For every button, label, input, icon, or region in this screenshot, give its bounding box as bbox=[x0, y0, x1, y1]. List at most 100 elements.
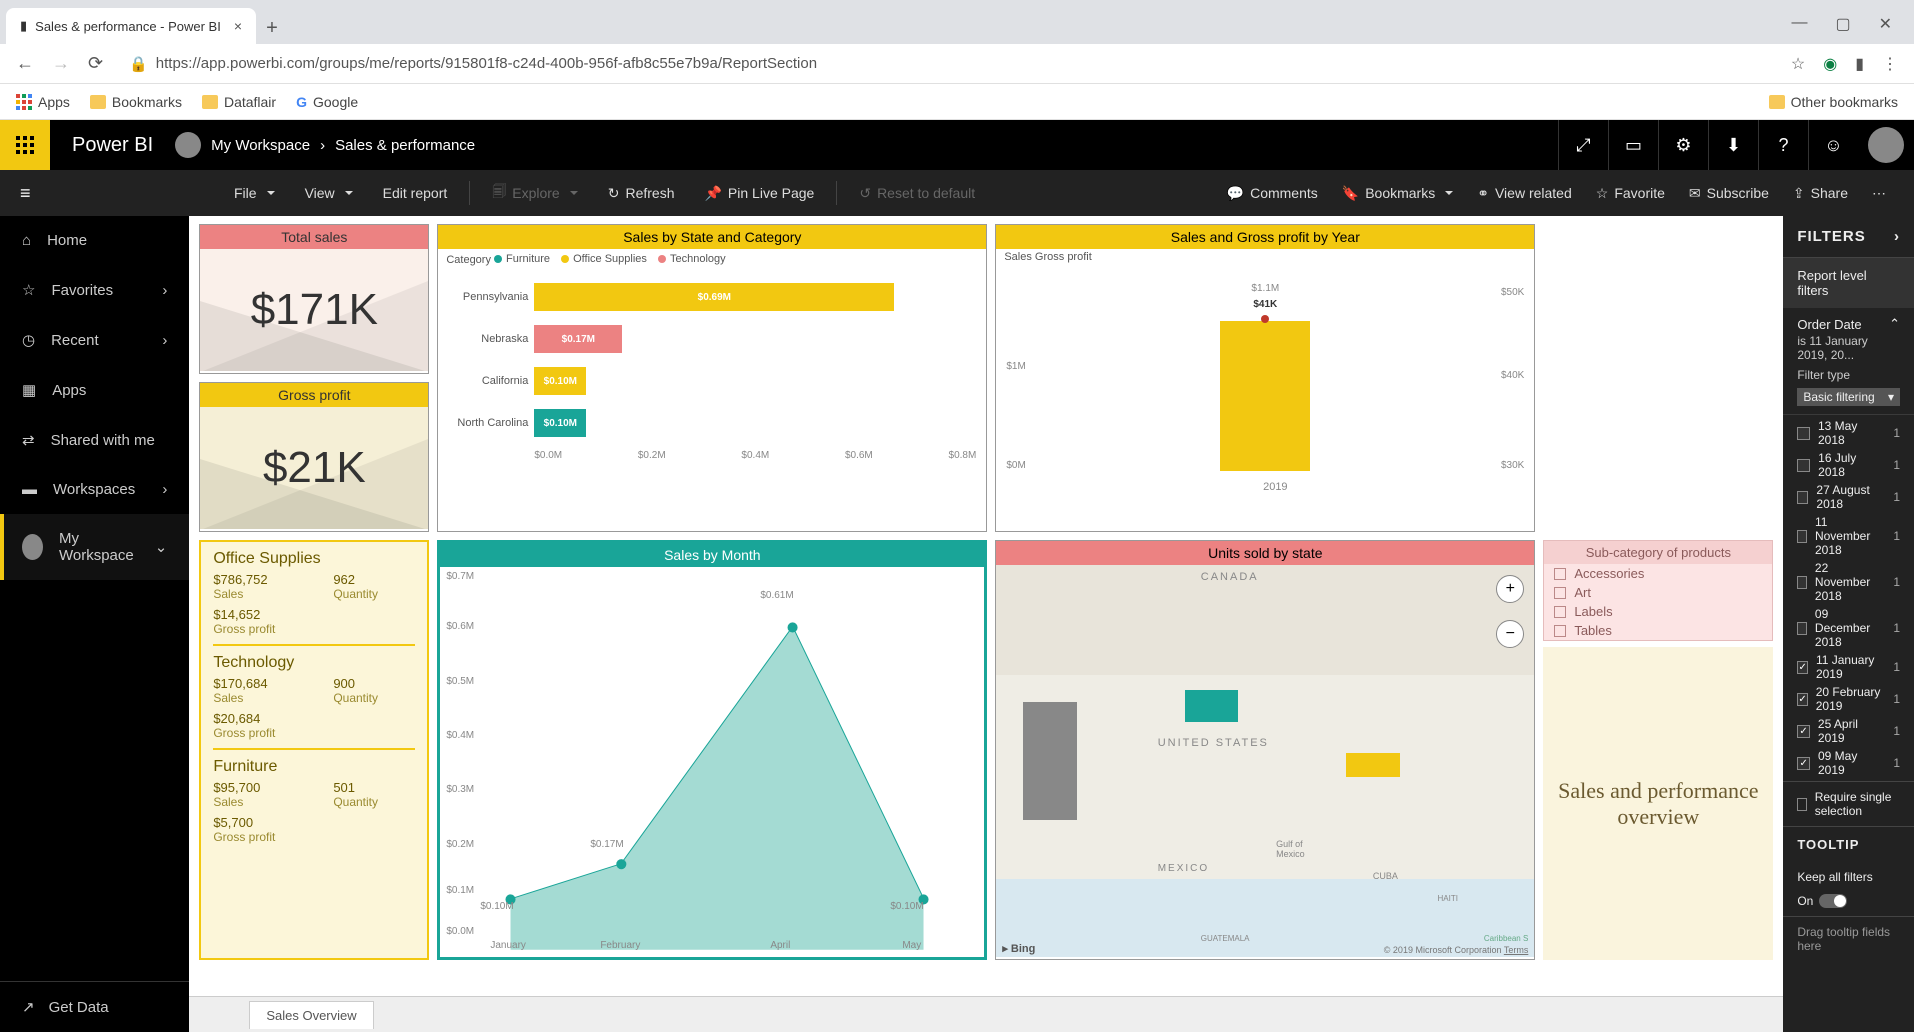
close-tab-icon[interactable]: × bbox=[234, 18, 242, 34]
nav-home[interactable]: ⌂Home bbox=[0, 216, 189, 265]
checkbox-icon[interactable] bbox=[1797, 427, 1810, 440]
kpi-gross-profit[interactable]: Gross profit $21K bbox=[199, 382, 429, 532]
refresh-icon: ↻ bbox=[608, 185, 620, 202]
more-button[interactable]: ⋯ bbox=[1860, 185, 1898, 202]
subscribe-button[interactable]: ✉Subscribe bbox=[1677, 185, 1781, 202]
bookmark-folder[interactable]: Bookmarks bbox=[90, 94, 182, 110]
checkbox-icon[interactable] bbox=[1797, 661, 1808, 674]
user-avatar[interactable] bbox=[1868, 127, 1904, 163]
filter-date-item[interactable]: 11 November 20181 bbox=[1797, 513, 1900, 559]
filter-date-item[interactable]: 16 July 20181 bbox=[1797, 449, 1900, 481]
get-data-button[interactable]: ↗Get Data bbox=[0, 981, 189, 1032]
download-icon[interactable]: ⬇ bbox=[1708, 120, 1758, 170]
subcat-checkbox-item[interactable]: Tables bbox=[1544, 621, 1772, 640]
checkbox-icon[interactable] bbox=[1797, 459, 1810, 472]
nav-apps[interactable]: ▦Apps bbox=[0, 365, 189, 415]
nav-recent[interactable]: ◷Recent› bbox=[0, 315, 189, 365]
keep-filters-toggle[interactable]: On bbox=[1783, 892, 1914, 916]
chart-sales-by-state[interactable]: Sales by State and Category Category Fur… bbox=[437, 224, 987, 532]
bookmarks-button[interactable]: 🔖Bookmarks bbox=[1330, 185, 1465, 202]
checkbox-icon[interactable] bbox=[1797, 725, 1810, 738]
filter-date-item[interactable]: 11 January 20191 bbox=[1797, 651, 1900, 683]
help-icon[interactable]: ? bbox=[1758, 120, 1808, 170]
toggle-switch-icon[interactable] bbox=[1819, 894, 1847, 908]
extension-icon[interactable]: ◉ bbox=[1823, 54, 1837, 74]
chart-sales-gross-by-year[interactable]: Sales and Gross profit by Year Sales Gro… bbox=[995, 224, 1535, 532]
comments-button[interactable]: 💬Comments bbox=[1215, 185, 1330, 202]
checkbox-icon[interactable] bbox=[1797, 530, 1807, 543]
filter-date-item[interactable]: 20 February 20191 bbox=[1797, 683, 1900, 715]
subcat-checkbox-item[interactable]: Art bbox=[1544, 583, 1772, 602]
nav-my-workspace[interactable]: My Workspace⌄ bbox=[0, 514, 189, 580]
checkbox-icon[interactable] bbox=[1797, 491, 1808, 504]
filter-date-item[interactable]: 09 May 20191 bbox=[1797, 747, 1900, 779]
map-terms-link[interactable]: Terms bbox=[1504, 945, 1529, 955]
chevron-right-icon[interactable]: › bbox=[1894, 228, 1900, 245]
subcategory-filter[interactable]: Sub-category of products AccessoriesArtL… bbox=[1543, 540, 1773, 641]
chevron-up-icon[interactable]: ⌃ bbox=[1889, 316, 1900, 332]
breadcrumb-report[interactable]: Sales & performance bbox=[335, 137, 475, 154]
bookmark-google[interactable]: GGoogle bbox=[296, 94, 358, 110]
filter-date-item[interactable]: 22 November 20181 bbox=[1797, 559, 1900, 605]
app-launcher-icon[interactable] bbox=[0, 120, 50, 170]
settings-gear-icon[interactable]: ⚙ bbox=[1658, 120, 1708, 170]
star-icon: ☆ bbox=[1596, 185, 1609, 202]
page-tab[interactable]: Sales Overview bbox=[249, 1001, 373, 1029]
feedback-smile-icon[interactable]: ☺ bbox=[1808, 120, 1858, 170]
filter-date-item[interactable]: 27 August 20181 bbox=[1797, 481, 1900, 513]
nav-favorites[interactable]: ☆Favorites› bbox=[0, 265, 189, 315]
close-window-icon[interactable]: ✕ bbox=[1879, 14, 1892, 34]
qty-value: 962 bbox=[333, 572, 355, 587]
map-units-by-state[interactable]: Units sold by state CANADA UNITED STATES… bbox=[995, 540, 1535, 960]
subcat-checkbox-item[interactable]: Accessories bbox=[1544, 564, 1772, 583]
checkbox-icon[interactable] bbox=[1797, 693, 1807, 706]
edit-report-button[interactable]: Edit report bbox=[371, 185, 460, 201]
bookmark-folder[interactable]: Dataflair bbox=[202, 94, 276, 110]
breadcrumb-workspace[interactable]: My Workspace bbox=[211, 137, 310, 154]
fullscreen-icon[interactable]: ⤢ bbox=[1558, 120, 1608, 170]
filter-date-item[interactable]: 13 May 20181 bbox=[1797, 417, 1900, 449]
checkbox-icon[interactable] bbox=[1797, 757, 1810, 770]
tooltip-drop-zone[interactable]: Drag tooltip fields here bbox=[1783, 916, 1914, 961]
checkbox-icon[interactable] bbox=[1797, 622, 1807, 635]
nav-workspaces[interactable]: ▬Workspaces› bbox=[0, 465, 189, 514]
require-single-checkbox[interactable]: Require single selection bbox=[1783, 781, 1914, 826]
browser-tab[interactable]: ▮ Sales & performance - Power BI × bbox=[6, 8, 256, 44]
nav-shared[interactable]: ⇄Shared with me bbox=[0, 415, 189, 465]
url-field[interactable]: 🔒 https://app.powerbi.com/groups/me/repo… bbox=[119, 55, 1775, 73]
maximize-icon[interactable]: ▢ bbox=[1835, 14, 1850, 34]
menu-icon[interactable]: ⋮ bbox=[1882, 54, 1898, 74]
back-icon[interactable]: ← bbox=[16, 53, 34, 74]
nav-hamburger-icon[interactable]: ≡ bbox=[16, 183, 216, 204]
reload-icon[interactable]: ⟳ bbox=[88, 53, 103, 74]
view-related-button[interactable]: ⚭View related bbox=[1465, 185, 1584, 202]
checkbox-icon[interactable] bbox=[1554, 587, 1566, 599]
other-bookmarks[interactable]: Other bookmarks bbox=[1769, 94, 1898, 110]
subcat-checkbox-item[interactable]: Labels bbox=[1544, 602, 1772, 621]
kpi-total-sales[interactable]: Total sales $171K bbox=[199, 224, 429, 374]
star-icon[interactable]: ☆ bbox=[1791, 54, 1805, 74]
share-button[interactable]: ⇪Share bbox=[1781, 185, 1860, 202]
file-menu[interactable]: File bbox=[222, 185, 287, 201]
filter-date-item[interactable]: 25 April 20191 bbox=[1797, 715, 1900, 747]
workspace-avatar-icon bbox=[22, 534, 43, 560]
category-summary-card[interactable]: Office Supplies $786,752962 SalesQuantit… bbox=[199, 540, 429, 960]
refresh-button[interactable]: ↻Refresh bbox=[596, 185, 687, 202]
forward-icon[interactable]: → bbox=[52, 53, 70, 74]
minimize-icon[interactable]: — bbox=[1791, 14, 1807, 34]
filter-date-item[interactable]: 09 December 20181 bbox=[1797, 605, 1900, 651]
checkbox-icon[interactable] bbox=[1797, 576, 1807, 589]
chart-sales-by-month[interactable]: Sales by Month $0.7M $0.6M $0.5M $0.4M $… bbox=[437, 540, 987, 960]
extension-icon-2[interactable]: ▮ bbox=[1855, 54, 1864, 74]
checkbox-icon[interactable] bbox=[1554, 606, 1566, 618]
filter-type-select[interactable]: Basic filtering▾ bbox=[1797, 388, 1900, 406]
filter-field-order-date[interactable]: Order Date⌃ is 11 January 2019, 20... Fi… bbox=[1783, 308, 1914, 415]
favorite-button[interactable]: ☆Favorite bbox=[1584, 185, 1677, 202]
checkbox-icon[interactable] bbox=[1554, 568, 1566, 580]
apps-shortcut[interactable]: Apps bbox=[16, 94, 70, 110]
view-menu[interactable]: View bbox=[293, 185, 365, 201]
chat-icon[interactable]: ▭ bbox=[1608, 120, 1658, 170]
pin-live-button[interactable]: 📌Pin Live Page bbox=[692, 185, 826, 202]
new-tab-button[interactable]: + bbox=[256, 12, 288, 44]
checkbox-icon[interactable] bbox=[1554, 625, 1566, 637]
